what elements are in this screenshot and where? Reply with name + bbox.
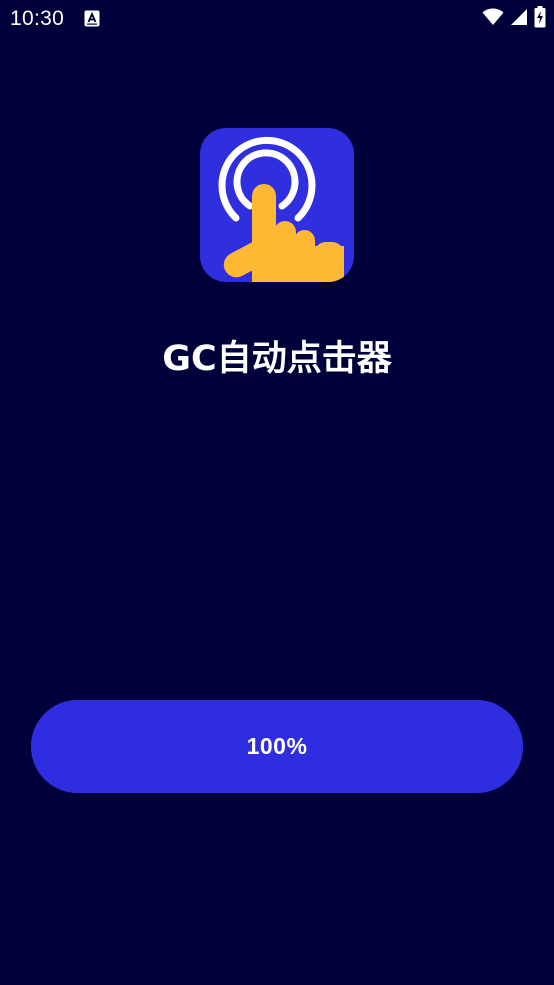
battery-charging-icon xyxy=(534,5,546,33)
progress-button[interactable]: 100% xyxy=(31,700,523,793)
progress-label: 100% xyxy=(246,733,308,759)
app-icon xyxy=(200,128,354,282)
status-icons xyxy=(482,5,546,33)
app-title: GC自动点击器 xyxy=(162,339,392,379)
tap-hand-icon xyxy=(218,136,344,282)
status-bar: 10:30 xyxy=(0,0,554,38)
signal-icon xyxy=(510,8,528,31)
wifi-icon xyxy=(482,8,504,31)
app-notification-icon xyxy=(84,10,100,27)
status-time: 10:30 xyxy=(10,7,65,30)
